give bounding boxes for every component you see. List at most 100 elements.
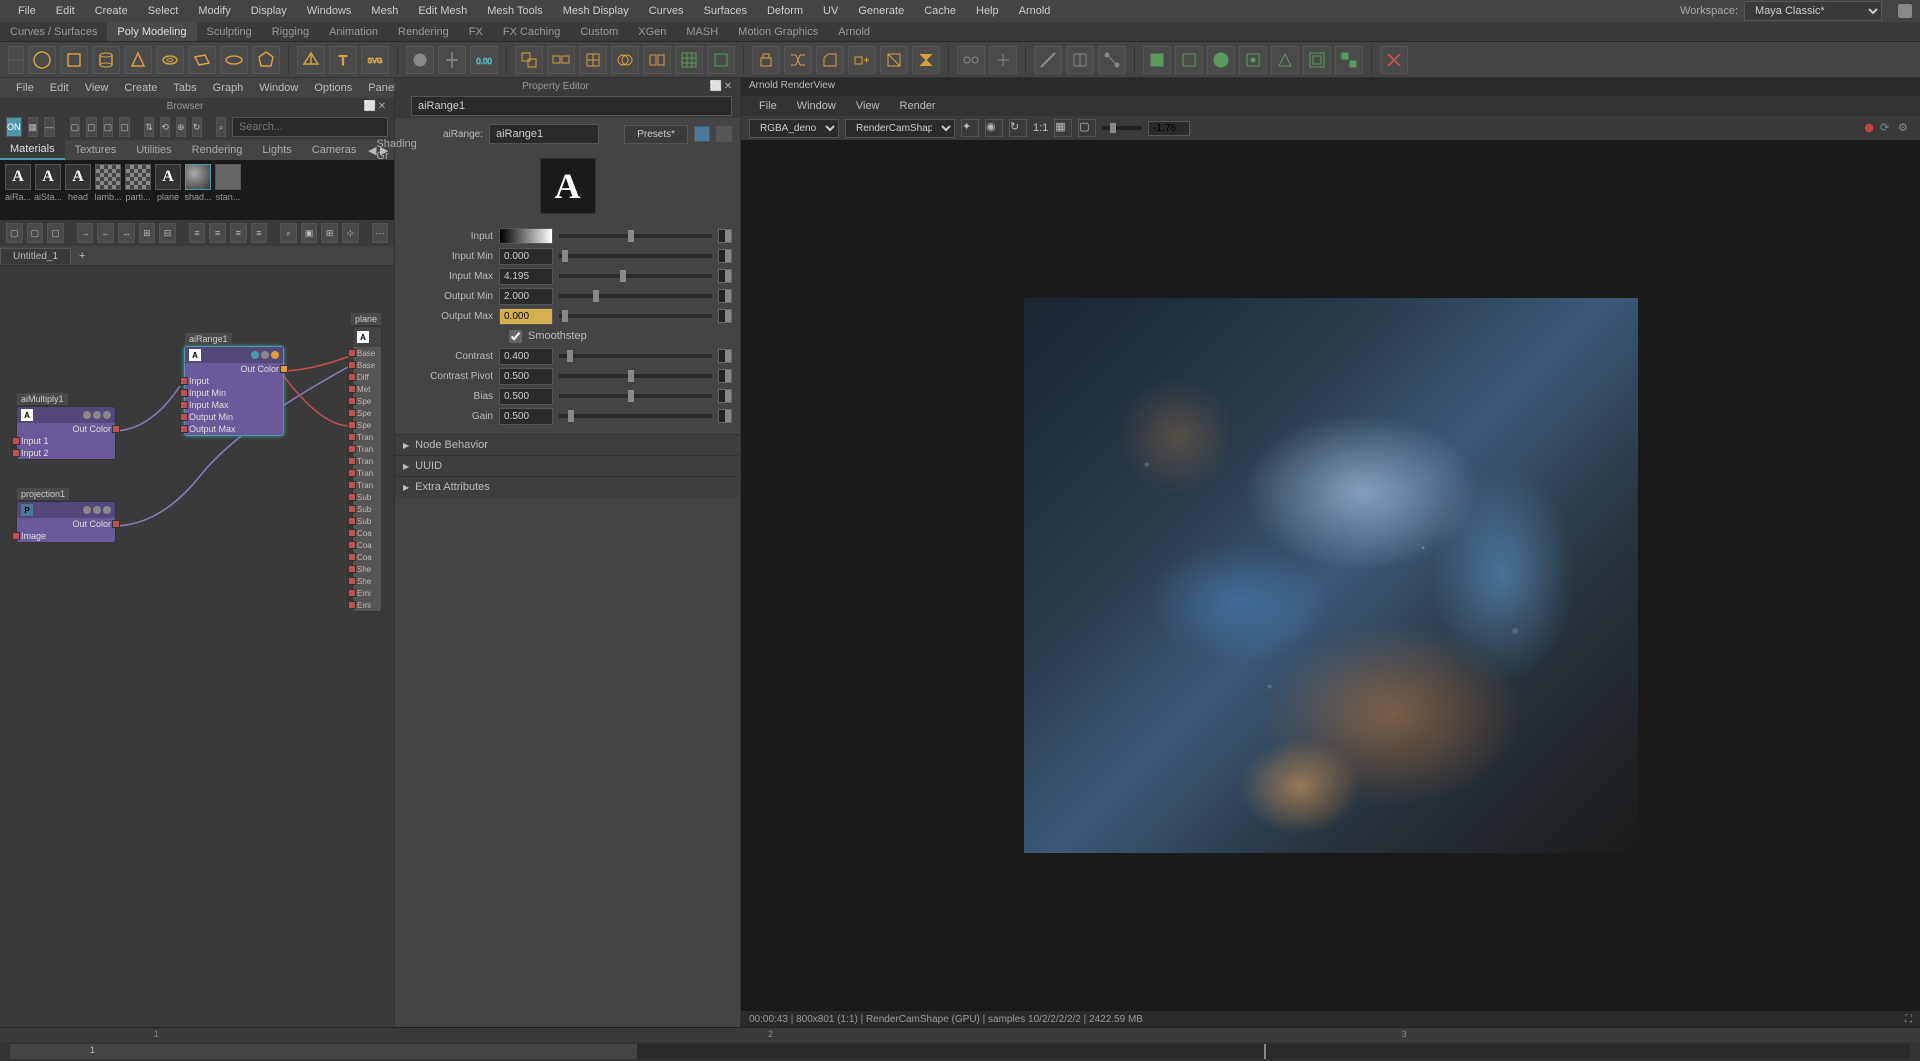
shelf-tab-rendering[interactable]: Rendering	[388, 22, 459, 41]
time-ruler[interactable]: 1 2 3	[0, 1028, 1920, 1042]
crosshair-icon[interactable]: ✦	[961, 119, 979, 137]
menu-uv[interactable]: UV	[813, 5, 848, 17]
outputmax-slider[interactable]	[559, 314, 712, 318]
delete-edge-icon[interactable]	[1380, 46, 1408, 74]
inputmax-slider[interactable]	[559, 274, 712, 278]
lock-icon[interactable]	[1898, 4, 1912, 18]
sculpt-icon[interactable]	[1207, 46, 1235, 74]
gt-zoom-icon[interactable]: ⌕	[280, 223, 297, 243]
aov-dropdown[interactable]: RGBA_denoise	[749, 119, 839, 138]
menu-cache[interactable]: Cache	[914, 5, 966, 17]
menu-file[interactable]: File	[8, 5, 46, 17]
poke-icon[interactable]	[1239, 46, 1267, 74]
swatch-standard[interactable]: stan...	[214, 164, 242, 216]
swatch-plane[interactable]: Aplane	[154, 164, 182, 216]
filter2-icon[interactable]: ▢	[86, 117, 97, 137]
tab-right-icon[interactable]: ▶	[380, 144, 392, 157]
shelf-tab-arnold[interactable]: Arnold	[828, 22, 880, 41]
lock-icon[interactable]: ▦	[1054, 119, 1072, 137]
map-button[interactable]	[718, 269, 732, 283]
hs-menu-options[interactable]: Options	[306, 82, 360, 94]
gain-slider[interactable]	[559, 414, 712, 418]
map-button[interactable]	[718, 309, 732, 323]
gt-add-icon[interactable]: ▢	[27, 223, 44, 243]
inputmax-field[interactable]	[499, 268, 553, 285]
swatch-head[interactable]: Ahead	[64, 164, 92, 216]
map-button[interactable]	[718, 349, 732, 363]
bridge-icon[interactable]	[784, 46, 812, 74]
outputmin-field[interactable]	[499, 288, 553, 305]
separate-icon[interactable]	[547, 46, 575, 74]
filter1-icon[interactable]: ▢	[70, 117, 81, 137]
shelf-tab-fx[interactable]: FX	[459, 22, 493, 41]
hs-menu-graph[interactable]: Graph	[205, 82, 252, 94]
snap-icon[interactable]: 0.00	[470, 46, 498, 74]
polytype-icon[interactable]: T	[329, 46, 357, 74]
menu-editmesh[interactable]: Edit Mesh	[408, 5, 477, 17]
shelf-tab-sculpting[interactable]: Sculpting	[197, 22, 262, 41]
globe-icon[interactable]: ◉	[985, 119, 1003, 137]
rv-menu-file[interactable]: File	[749, 100, 787, 112]
map-button[interactable]	[718, 369, 732, 383]
rv-menu-window[interactable]: Window	[787, 100, 846, 112]
filter4-icon[interactable]: ▢	[119, 117, 130, 137]
menu-mesh[interactable]: Mesh	[361, 5, 408, 17]
combine-icon[interactable]	[515, 46, 543, 74]
camera-dropdown[interactable]: RenderCamShape	[845, 119, 955, 138]
menu-surfaces[interactable]: Surfaces	[694, 5, 757, 17]
node-airange1[interactable]: aiRange1 A Out Color Input Input Min Inp…	[184, 346, 284, 436]
menu-meshdisplay[interactable]: Mesh Display	[553, 5, 639, 17]
menu-edit[interactable]: Edit	[46, 5, 85, 17]
rv-menu-render[interactable]: Render	[890, 100, 946, 112]
close-icon[interactable]: ✕	[376, 100, 388, 112]
swatch-airange[interactable]: AaiRa...	[4, 164, 32, 216]
popout-icon[interactable]: ⬜	[364, 100, 376, 112]
shelf-tab-motiongraphics[interactable]: Motion Graphics	[728, 22, 828, 41]
shelf-tab-fxcaching[interactable]: FX Caching	[493, 22, 570, 41]
smooth-icon[interactable]	[579, 46, 607, 74]
menu-windows[interactable]: Windows	[297, 5, 362, 17]
outputmin-slider[interactable]	[559, 294, 712, 298]
map-button[interactable]	[718, 389, 732, 403]
input-color-swatch[interactable]	[499, 228, 553, 244]
map-button[interactable]	[718, 249, 732, 263]
contrast-slider[interactable]	[559, 354, 712, 358]
tab-utilities[interactable]: Utilities	[126, 140, 181, 160]
shelf-toggle[interactable]	[8, 46, 24, 74]
shelf-tab-animation[interactable]: Animation	[319, 22, 388, 41]
sort1-icon[interactable]: ⇅	[144, 117, 154, 137]
target-weld-icon[interactable]	[989, 46, 1017, 74]
hs-menu-edit[interactable]: Edit	[42, 82, 77, 94]
symmetry-icon[interactable]	[438, 46, 466, 74]
inputmin-field[interactable]	[499, 248, 553, 265]
filter3-icon[interactable]: ▢	[103, 117, 114, 137]
polyplatonic-icon[interactable]	[252, 46, 280, 74]
hs-menu-window[interactable]: Window	[251, 82, 306, 94]
map-button[interactable]	[718, 289, 732, 303]
popout-icon[interactable]: ⬜	[710, 80, 722, 92]
gt-rearrange-icon[interactable]: ⊞	[139, 223, 156, 243]
node-aimultiply1[interactable]: aiMultiply1 A Out Color Input 1 Input 2	[16, 406, 116, 460]
polydisc-icon[interactable]	[220, 46, 248, 74]
menu-display[interactable]: Display	[241, 5, 297, 17]
inputmin-slider[interactable]	[559, 254, 712, 258]
retopo-icon[interactable]	[675, 46, 703, 74]
presets-button[interactable]: Presets*	[624, 125, 688, 144]
hide-icon[interactable]	[716, 126, 732, 142]
shelf-tab-polymodeling[interactable]: Poly Modeling	[107, 22, 196, 41]
menu-deform[interactable]: Deform	[757, 5, 813, 17]
gt-remove-icon[interactable]: ▢	[47, 223, 64, 243]
gt-snap-icon[interactable]: ⊹	[342, 223, 359, 243]
exposure-field[interactable]	[1148, 121, 1190, 136]
softselect-icon[interactable]	[406, 46, 434, 74]
svg-icon[interactable]: SVG	[361, 46, 389, 74]
section-uuid[interactable]: ▶UUID	[395, 455, 740, 476]
input-slider[interactable]	[559, 234, 712, 238]
show-icon[interactable]	[694, 126, 710, 142]
gt-clear-icon[interactable]: ▢	[6, 223, 23, 243]
boolean-icon[interactable]	[611, 46, 639, 74]
polysphere-icon[interactable]	[28, 46, 56, 74]
merge-icon[interactable]	[957, 46, 985, 74]
shelf-tab-xgen[interactable]: XGen	[628, 22, 676, 41]
node-name-input[interactable]	[411, 96, 732, 116]
